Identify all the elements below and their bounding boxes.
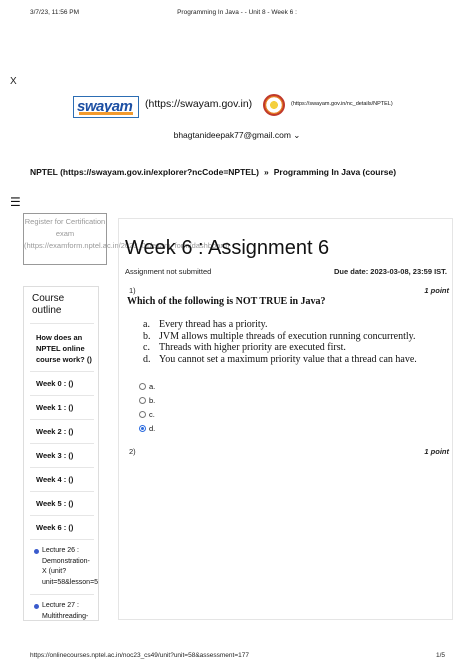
question-2-number: 2)	[129, 447, 136, 456]
option-letter: d.	[143, 353, 151, 365]
option-letter: c.	[143, 342, 150, 353]
course-outline-sidebar: Course outline How does an NPTEL online …	[23, 286, 99, 621]
option-b: b. JVM allows multiple threads of executi…	[143, 331, 417, 343]
outline-lesson-label: Lecture 27 : Multithreading-	[42, 602, 89, 620]
question-1-options: a. Every thread has a priority. b. JVM all…	[143, 319, 417, 365]
question-1-number: 1)	[129, 286, 136, 295]
print-page-number: 1/5	[435, 652, 445, 659]
nptel-emblem-icon[interactable]	[263, 94, 285, 116]
question-2-points: 1 point	[424, 447, 449, 456]
choice-label: d.	[149, 423, 156, 433]
answer-choice-b[interactable]: b.	[139, 393, 155, 407]
outline-item-week-4[interactable]: Week 4 : ()	[30, 467, 94, 491]
choice-label: c.	[149, 409, 155, 419]
answer-choice-d[interactable]: d.	[139, 421, 155, 435]
swayam-logo[interactable]: swayam	[73, 96, 139, 118]
outline-item-week-6[interactable]: Week 6 : ()	[30, 515, 94, 539]
option-d: d. You cannot set a maximum priority valu…	[143, 354, 417, 366]
assignment-title: Week 6 : Assignment 6	[125, 237, 330, 259]
question-1-text: Which of the following is NOT TRUE in Ja…	[127, 296, 326, 307]
option-text: JVM allows multiple threads of execution…	[159, 330, 416, 342]
option-letter: b.	[143, 330, 151, 342]
outline-item-week-0[interactable]: Week 0 : ()	[30, 371, 94, 395]
option-text: Threads with higher priority are execute…	[159, 342, 346, 353]
breadcrumb-course-link[interactable]: Programming In Java (course)	[274, 167, 396, 177]
outline-item-week-2[interactable]: Week 2 : ()	[30, 419, 94, 443]
answer-choice-a[interactable]: a.	[139, 379, 155, 393]
course-outline-list: How does an NPTEL online course work? ()…	[30, 323, 99, 620]
radio-button[interactable]	[139, 382, 146, 390]
outline-item-week-3[interactable]: Week 3 : ()	[30, 443, 94, 467]
question-1-header: 1) 1 point	[129, 286, 449, 295]
outline-item-week-5[interactable]: Week 5 : ()	[30, 491, 94, 515]
option-text: Every thread has a priority.	[159, 319, 268, 330]
outline-lesson-27[interactable]: Lecture 27 : Multithreading-	[30, 594, 94, 620]
print-title: Programming In Java - - Unit 8 - Week 6 …	[177, 9, 297, 16]
question-1-points: 1 point	[424, 286, 449, 295]
submission-status: Assignment not submitted	[125, 267, 212, 276]
assignment-meta: Assignment not submitted Due date: 2023-…	[125, 267, 447, 276]
close-button[interactable]: X	[10, 76, 17, 87]
outline-item-week-1[interactable]: Week 1 : ()	[30, 395, 94, 419]
radio-button[interactable]	[139, 410, 146, 418]
assignment-panel: Week 6 : Assignment 6 Assignment not sub…	[118, 218, 453, 620]
choice-label: b.	[149, 395, 156, 405]
question-2-header: 2) 1 point	[129, 447, 449, 456]
question-1-answer-choices: a. b. c. d.	[139, 379, 155, 435]
choice-label: a.	[149, 381, 156, 391]
lesson-status-dot-icon	[34, 549, 39, 554]
print-url: https://onlinecourses.nptel.ac.in/noc23_…	[30, 652, 249, 659]
breadcrumb: NPTEL (https://swayam.gov.in/explorer?nc…	[30, 167, 396, 177]
breadcrumb-separator: »	[264, 167, 269, 177]
swayam-link[interactable]: (https://swayam.gov.in)	[145, 98, 252, 110]
radio-button-selected[interactable]	[139, 424, 146, 432]
lesson-status-dot-icon	[34, 604, 39, 609]
breadcrumb-nptel-link[interactable]: NPTEL (https://swayam.gov.in/explorer?nc…	[30, 167, 259, 177]
outline-item-how-it-works[interactable]: How does an NPTEL online course work? ()	[30, 323, 94, 371]
outline-lesson-label: Lecture 26 : Demonstration-X (unit?unit=…	[42, 547, 99, 586]
user-email-dropdown[interactable]: bhagtanideepak77@gmail.com ⌄	[0, 130, 474, 141]
option-c: c. Threads with higher priority are execu…	[143, 342, 417, 354]
register-exam-button[interactable]: Register for Certification exam (https:/…	[23, 213, 230, 265]
option-text: You cannot set a maximum priority value …	[159, 353, 417, 365]
nptel-link[interactable]: (https://swayam.gov.in/nc_details/NPTEL)	[291, 101, 393, 107]
option-letter: a.	[143, 319, 150, 330]
radio-button[interactable]	[139, 396, 146, 404]
due-date: Due date: 2023-03-08, 23:59 IST.	[334, 267, 447, 276]
answer-choice-c[interactable]: c.	[139, 407, 155, 421]
hamburger-menu-icon[interactable]: ☰	[10, 195, 21, 209]
outline-lesson-26[interactable]: Lecture 26 : Demonstration-X (unit?unit=…	[30, 539, 99, 594]
option-a: a. Every thread has a priority.	[143, 319, 417, 331]
course-outline-title: Course outline	[32, 293, 65, 316]
logo-stripe	[79, 112, 133, 115]
